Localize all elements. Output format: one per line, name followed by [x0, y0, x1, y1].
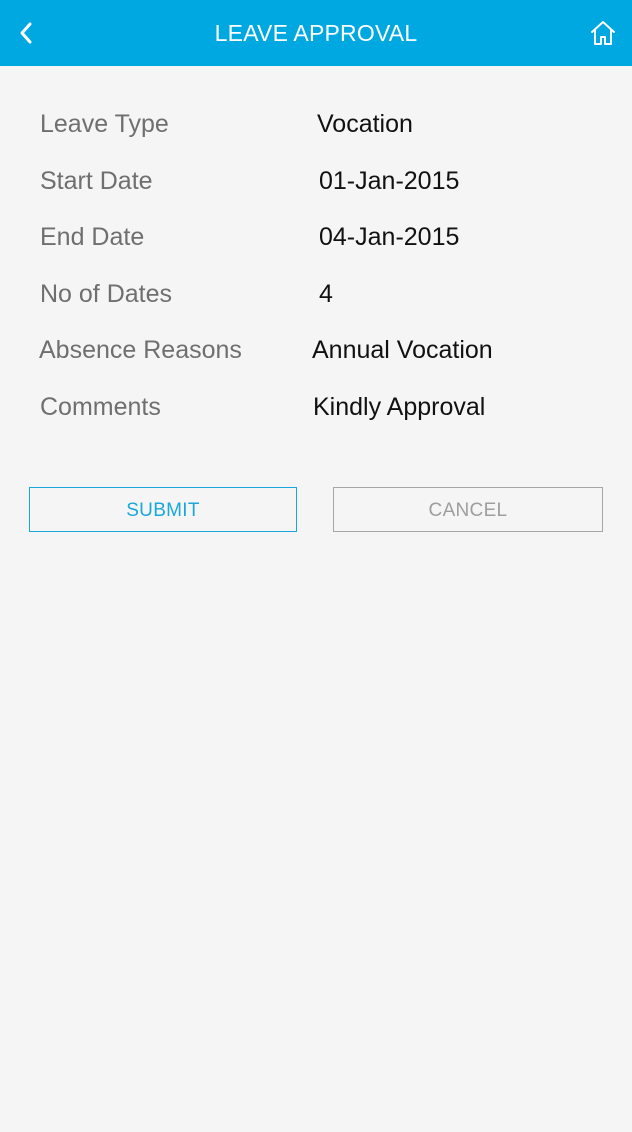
- comments-value: Kindly Approval: [313, 392, 486, 421]
- leave-type-label: Leave Type: [40, 110, 169, 138]
- home-icon: [591, 21, 615, 45]
- leave-type-value: Vocation: [317, 110, 413, 138]
- detail-row-end-date: End Date 04-Jan-2015: [0, 209, 632, 266]
- detail-row-absence-reasons: Absence Reasons Annual Vocation: [0, 322, 632, 379]
- leave-details: Leave Type Vocation Start Date 01-Jan-20…: [0, 96, 632, 436]
- detail-row-comments: Comments Kindly Approval: [0, 379, 632, 436]
- no-of-dates-value: 4: [319, 279, 333, 308]
- page-title: LEAVE APPROVAL: [214, 20, 418, 46]
- app-header: LEAVE APPROVAL: [0, 0, 632, 66]
- comments-label: Comments: [40, 392, 161, 421]
- no-of-dates-label: No of Dates: [40, 279, 173, 308]
- end-date-label: End Date: [40, 223, 145, 252]
- absence-reasons-label: Absence Reasons: [39, 336, 242, 365]
- cancel-button[interactable]: CANCEL: [333, 487, 603, 532]
- absence-reasons-value: Annual Vocation: [312, 336, 493, 365]
- end-date-value: 04-Jan-2015: [319, 223, 460, 252]
- detail-row-leave-type: Leave Type Vocation: [0, 96, 632, 153]
- start-date-value: 01-Jan-2015: [319, 166, 460, 195]
- home-button[interactable]: [588, 18, 618, 48]
- detail-row-start-date: Start Date 01-Jan-2015: [0, 153, 632, 210]
- start-date-label: Start Date: [40, 166, 153, 195]
- submit-button[interactable]: SUBMIT: [29, 487, 297, 532]
- detail-row-no-of-dates: No of Dates 4: [0, 266, 632, 323]
